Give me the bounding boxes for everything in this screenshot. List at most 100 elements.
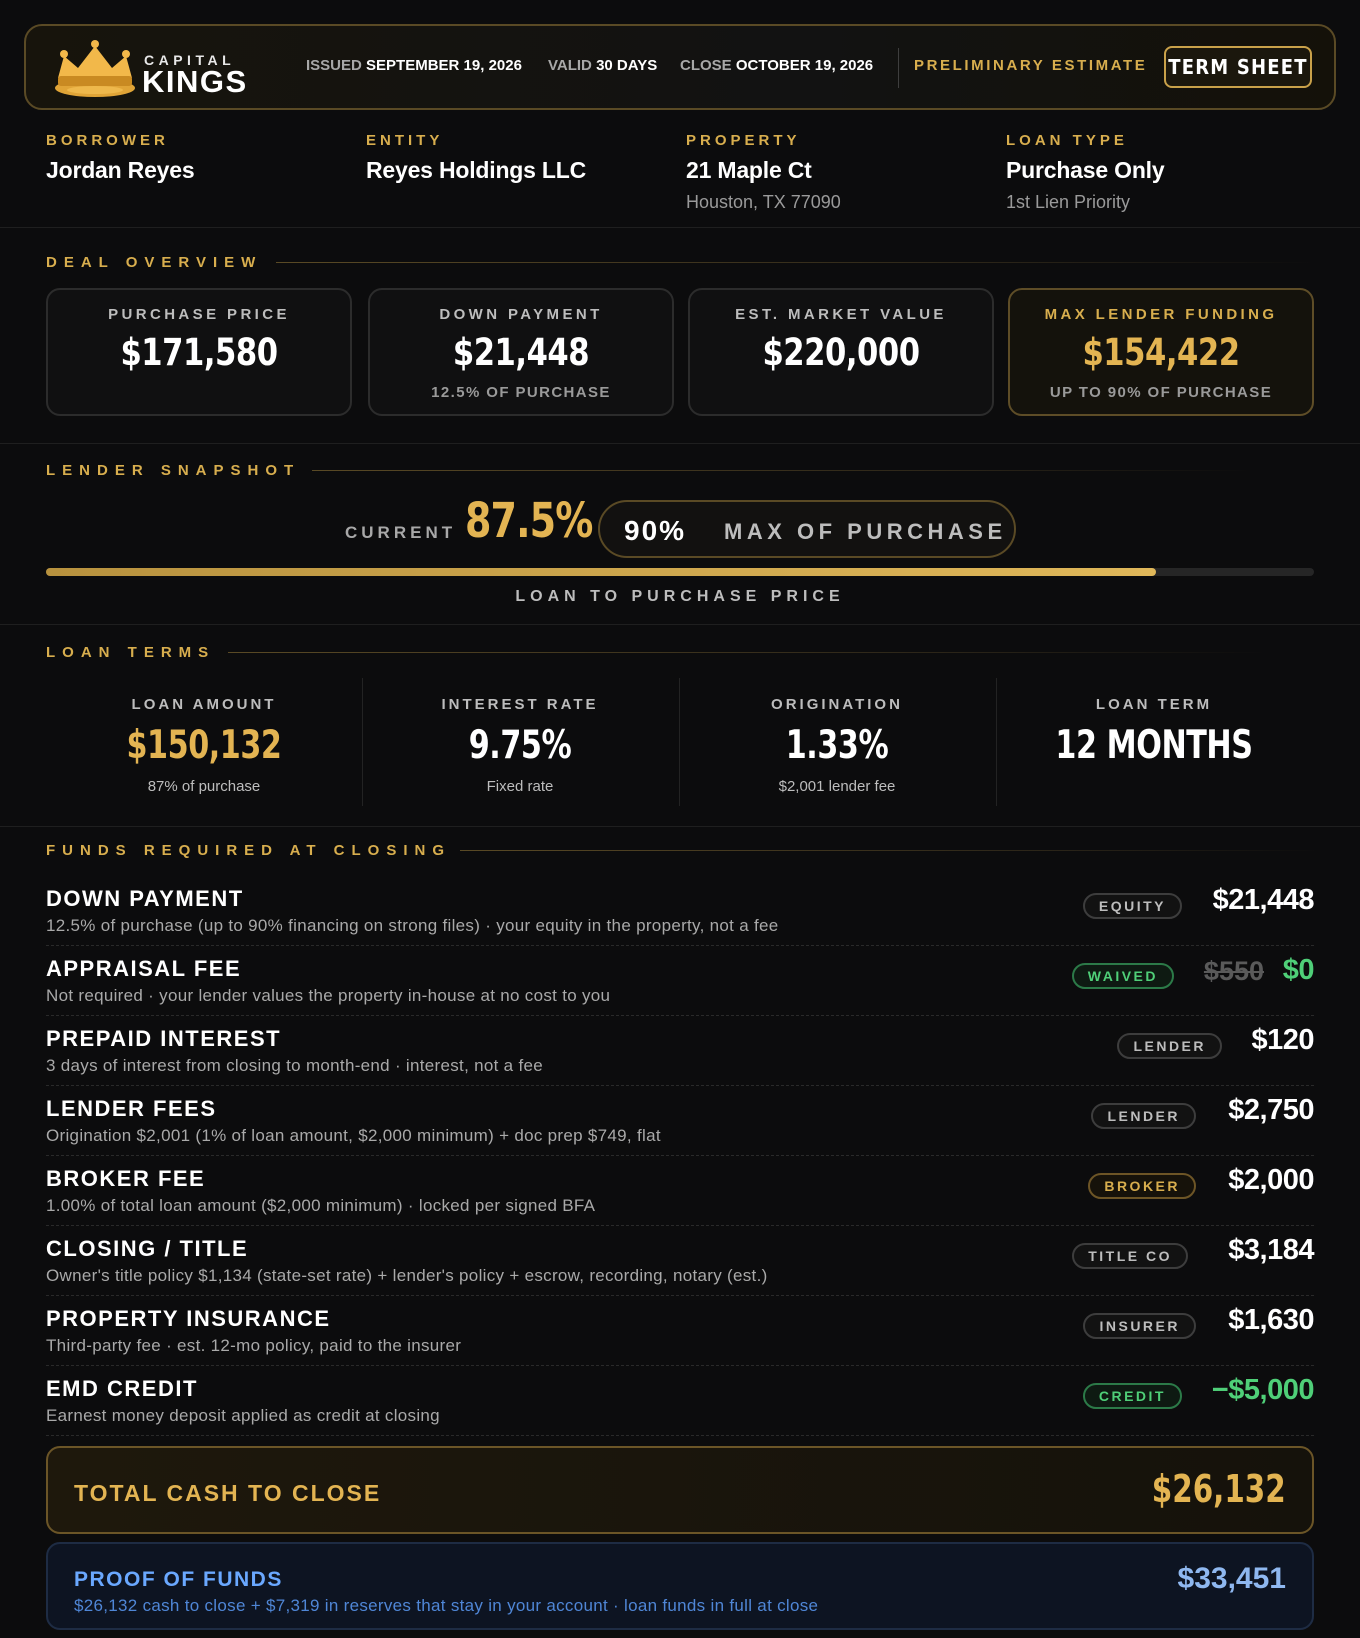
section-rule [460, 850, 1320, 851]
term-sheet-page: CAPITAL KINGS ISSUED SEPTEMBER 19, 2026 … [0, 0, 1360, 1638]
term-label: LOAN AMOUNT [131, 696, 277, 713]
fund-amount: $2,000 [1228, 1164, 1314, 1196]
fund-row-prepaid-interest: PREPAID INTEREST 3 days of interest from… [46, 1016, 1314, 1086]
card-label: DOWN PAYMENT [439, 306, 603, 323]
valid-period: VALID 30 DAYS [548, 57, 658, 74]
loan-type-label: LOAN TYPE [1006, 132, 1128, 149]
ltv-progress-bar [46, 568, 1314, 576]
divider [0, 227, 1360, 228]
fund-row-closing-title: CLOSING / TITLE Owner's title policy $1,… [46, 1226, 1314, 1296]
fund-row-appraisal-fee: APPRAISAL FEE Not required · your lender… [46, 946, 1315, 1016]
fund-title: PREPAID INTEREST [46, 1026, 282, 1051]
ltv-progress-fill [46, 568, 1156, 576]
card-value: $220,000 [762, 331, 920, 374]
status-label: PRELIMINARY ESTIMATE [914, 57, 1148, 74]
property-label: PROPERTY [686, 132, 801, 149]
borrower-name: Jordan Reyes [46, 157, 195, 183]
term-label: LOAN TERM [1095, 696, 1213, 713]
term-value: 12 MONTHS [1055, 723, 1253, 768]
title-co-badge: TITLE CO [1072, 1243, 1188, 1269]
term-label: INTEREST RATE [441, 696, 599, 713]
card-value: $171,580 [120, 331, 278, 374]
section-rule [276, 262, 1316, 263]
issued-date: ISSUED SEPTEMBER 19, 2026 [306, 57, 522, 74]
term-sheet-button[interactable]: TERM SHEET [1164, 46, 1312, 88]
broker-badge: BROKER [1088, 1173, 1196, 1199]
divider [0, 624, 1360, 625]
divider [0, 443, 1360, 444]
loan-type-info: LOAN TYPE Purchase Only 1st Lien Priorit… [1006, 132, 1165, 213]
lien-priority: 1st Lien Priority [1006, 192, 1131, 212]
term-value: $150,132 [126, 723, 282, 768]
section-rule [228, 652, 1268, 653]
total-cash-to-close: TOTAL CASH TO CLOSE $26,132 [46, 1446, 1314, 1534]
lender-badge: LENDER [1117, 1033, 1222, 1059]
fund-desc: Owner's title policy $1,134 (state-set r… [46, 1266, 768, 1285]
fund-amount: −$5,000 [1211, 1374, 1315, 1406]
original-amount: $550 [1203, 956, 1264, 986]
fund-row-lender-fees: LENDER FEES Origination $2,001 (1% of lo… [46, 1086, 1314, 1156]
crown-icon [55, 40, 135, 97]
fund-desc: 1.00% of total loan amount ($2,000 minim… [46, 1196, 596, 1215]
equity-badge: EQUITY [1082, 893, 1182, 919]
borrower-info: BORROWER Jordan Reyes [46, 132, 195, 184]
property-info: PROPERTY 21 Maple Ct Houston, TX 77090 [686, 132, 841, 213]
loan-amount-term: LOAN AMOUNT $150,132 87% of purchase [46, 678, 362, 795]
max-ltv-label: MAX OF PURCHASE [724, 519, 1007, 544]
fund-desc: Not required · your lender values the pr… [46, 986, 611, 1005]
term-sub: 87% of purchase [147, 778, 261, 795]
loan-terms-title: LOAN TERMS [46, 644, 216, 661]
card-label: MAX LENDER FUNDING [1044, 306, 1278, 323]
current-ltv-label: CURRENT [345, 523, 457, 542]
divider [0, 826, 1360, 827]
card-sub: 12.5% OF PURCHASE [431, 384, 611, 401]
fund-row-emd-credit: EMD CREDIT Earnest money deposit applied… [46, 1366, 1315, 1436]
term-value: 1.33% [785, 723, 889, 768]
fund-desc: 12.5% of purchase (up to 90% financing o… [46, 916, 779, 935]
fund-amount: $21,448 [1212, 884, 1315, 916]
total-label: TOTAL CASH TO CLOSE [74, 1480, 382, 1506]
max-ltv-percent: 90% [624, 515, 687, 546]
brand-name: KINGS [142, 64, 248, 99]
credit-badge: CREDIT [1082, 1383, 1182, 1409]
property-address: 21 Maple Ct [686, 157, 812, 183]
card-label: EST. MARKET VALUE [735, 306, 947, 323]
fund-row-broker-fee: BROKER FEE 1.00% of total loan amount ($… [46, 1156, 1314, 1226]
term-sub: Fixed rate [486, 778, 554, 795]
fund-title: LENDER FEES [46, 1096, 217, 1121]
entity-label: ENTITY [366, 132, 444, 149]
max-ltv-pill: 90% MAX OF PURCHASE [598, 500, 1016, 558]
origination-term: ORIGINATION 1.33% $2,001 lender fee [679, 678, 995, 795]
fund-desc: 3 days of interest from closing to month… [46, 1056, 543, 1075]
waived-badge: WAIVED [1071, 963, 1174, 989]
proof-of-funds-label: PROOF OF FUNDS [74, 1568, 283, 1591]
card-sub: UP TO 90% OF PURCHASE [1049, 384, 1273, 401]
card-value: $154,422 [1082, 331, 1240, 374]
fund-title: PROPERTY INSURANCE [46, 1306, 331, 1331]
card-label: PURCHASE PRICE [108, 306, 290, 323]
section-rule [312, 470, 1252, 471]
fund-amount: $3,184 [1228, 1234, 1314, 1266]
property-city: Houston, TX 77090 [686, 192, 841, 212]
interest-rate-term: INTEREST RATE 9.75% Fixed rate [362, 678, 678, 795]
entity-name: Reyes Holdings LLC [366, 157, 587, 183]
market-value-card: EST. MARKET VALUE $220,000 [688, 288, 994, 416]
insurer-badge: INSURER [1083, 1313, 1196, 1339]
fund-amount: $2,750 [1228, 1094, 1314, 1126]
fund-desc: Third-party fee · est. 12-mo policy, pai… [46, 1336, 462, 1355]
fund-amount: $120 [1251, 1024, 1314, 1056]
term-label: ORIGINATION [771, 696, 903, 713]
purchase-price-card: PURCHASE PRICE $171,580 [46, 288, 352, 416]
loan-term-term: LOAN TERM 12 MONTHS [996, 678, 1312, 768]
fund-row-down-payment: DOWN PAYMENT 12.5% of purchase (up to 90… [46, 876, 1315, 946]
fund-title: EMD CREDIT [46, 1376, 198, 1401]
deal-overview-title: DEAL OVERVIEW [46, 254, 263, 271]
max-lender-funding-card: MAX LENDER FUNDING $154,422 UP TO 90% OF… [1008, 288, 1314, 416]
fund-title: DOWN PAYMENT [46, 886, 244, 911]
fund-row-property-insurance: PROPERTY INSURANCE Third-party fee · est… [46, 1296, 1314, 1366]
lender-badge: LENDER [1091, 1103, 1196, 1129]
proof-of-funds-amount: $33,451 [1177, 1562, 1286, 1595]
fund-desc: Earnest money deposit applied as credit … [46, 1406, 440, 1425]
funds-title: FUNDS REQUIRED AT CLOSING [46, 842, 452, 859]
current-ltv-value: 87.5% [465, 493, 593, 549]
